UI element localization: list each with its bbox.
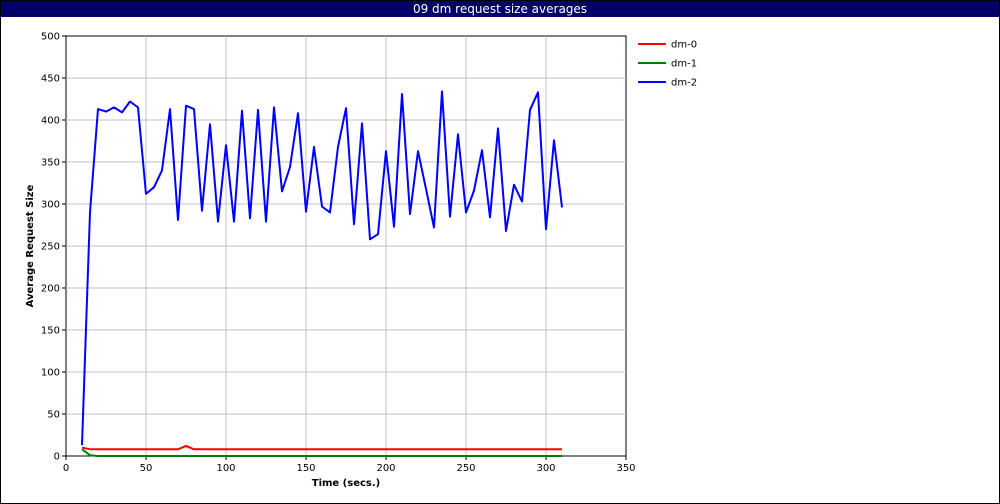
- y-tick-label: 100: [41, 368, 60, 379]
- y-tick-label: 0: [54, 452, 60, 463]
- x-tick-label: 250: [456, 463, 475, 474]
- legend-label-dm-1: dm-1: [671, 59, 697, 70]
- y-tick-label: 450: [41, 74, 60, 85]
- x-tick-label: 100: [216, 463, 235, 474]
- legend-label-dm-0: dm-0: [671, 40, 697, 51]
- y-axis-label: Average Request Size: [25, 184, 36, 307]
- y-tick-label: 250: [41, 242, 60, 253]
- y-tick-label: 500: [41, 32, 60, 43]
- x-tick-label: 350: [616, 463, 635, 474]
- x-tick-label: 200: [376, 463, 395, 474]
- y-axis-ticks: 0 50 100 150 200 250 300 350 400 450 500: [41, 32, 66, 463]
- x-tick-label: 150: [296, 463, 315, 474]
- y-tick-label: 300: [41, 200, 60, 211]
- x-tick-label: 300: [536, 463, 555, 474]
- chart-canvas: 0 50 100 150 200 250 300 350 0 50 100 150 200 250 300…: [25, 32, 697, 490]
- x-axis-ticks: 0 50 100 150 200 250 300 350: [63, 456, 636, 474]
- y-tick-label: 350: [41, 158, 60, 169]
- x-axis-label: Time (secs.): [312, 478, 381, 489]
- y-tick-label: 200: [41, 284, 60, 295]
- legend: dm-0 dm-1 dm-2: [638, 40, 697, 89]
- y-tick-label: 150: [41, 326, 60, 337]
- legend-label-dm-2: dm-2: [671, 78, 697, 89]
- x-tick-label: 0: [63, 463, 69, 474]
- y-tick-label: 400: [41, 116, 60, 127]
- x-tick-label: 50: [140, 463, 153, 474]
- y-tick-label: 50: [47, 410, 60, 421]
